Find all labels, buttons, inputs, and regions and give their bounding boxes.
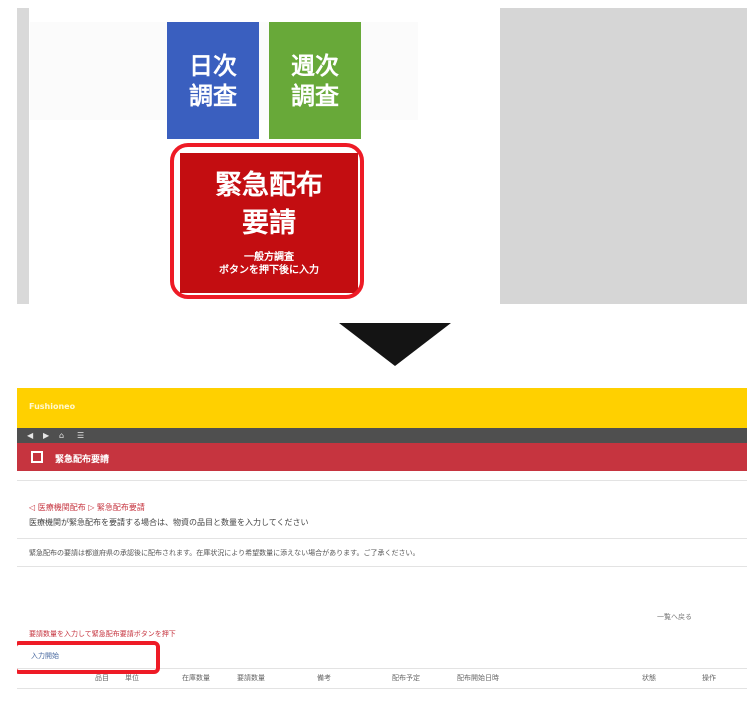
divider-3 [17, 566, 747, 567]
app-title: Fushioneo [29, 402, 76, 411]
hamburger-icon[interactable] [31, 451, 43, 463]
column-header-item: 品目 [95, 674, 109, 682]
column-header-notes: 備考 [317, 674, 331, 682]
breadcrumb[interactable]: ◁ 医療機関配布 ▷ 緊急配布要請 [29, 502, 145, 513]
nav-bar: ◀ ▶ ⌂ ☰ [17, 428, 747, 443]
highlight-frame [170, 143, 364, 299]
weekly-survey-label-2: 調査 [291, 81, 339, 110]
column-header-stock: 在庫数量 [182, 674, 210, 682]
daily-survey-label-2: 調査 [189, 81, 237, 110]
gray-side-panel [500, 8, 747, 304]
form-instruction-link[interactable]: 要請数量を入力して緊急配布要請ボタンを押下 [29, 629, 176, 639]
daily-survey-button[interactable]: 日次 調査 [167, 22, 259, 139]
weekly-survey-button[interactable]: 週次 調査 [269, 22, 361, 139]
section-header: 緊急配布要請 [17, 443, 747, 471]
column-header-request: 要請数量 [237, 674, 265, 682]
section-title: 緊急配布要請 [55, 455, 110, 465]
divider [17, 480, 747, 481]
weekly-survey-label-1: 週次 [291, 51, 339, 80]
back-to-list-link[interactable]: 一覧へ戻る [657, 612, 692, 622]
daily-survey-label-1: 日次 [189, 51, 237, 80]
menu-icon[interactable]: ☰ [77, 431, 84, 440]
app-header: Fushioneo [17, 388, 747, 428]
notice-text: 医療機関が緊急配布を要請する場合は、物資の品目と数量を入力してください [29, 518, 309, 527]
column-header-plan: 配布予定 [392, 674, 420, 682]
divider-2 [17, 538, 747, 539]
back-icon[interactable]: ◀ [27, 431, 33, 440]
forward-icon[interactable]: ▶ [43, 431, 49, 440]
down-arrow-icon [339, 323, 451, 366]
column-header-status: 状態 [642, 674, 656, 682]
left-border [17, 8, 29, 304]
input-highlight-frame [17, 641, 160, 674]
column-header-action: 操作 [702, 674, 716, 682]
column-header-unit: 単位 [125, 674, 139, 682]
home-icon[interactable]: ⌂ [59, 431, 64, 440]
column-header-start: 配布開始日時 [457, 674, 499, 682]
divider-5 [17, 688, 747, 689]
app-screenshot: Fushioneo ◀ ▶ ⌂ ☰ 緊急配布要請 ◁ 医療機関配布 ▷ 緊急配布… [17, 388, 747, 704]
description-text: 緊急配布の要請は都道府県の承認後に配布されます。在庫状況により希望数量に添えない… [29, 549, 420, 557]
